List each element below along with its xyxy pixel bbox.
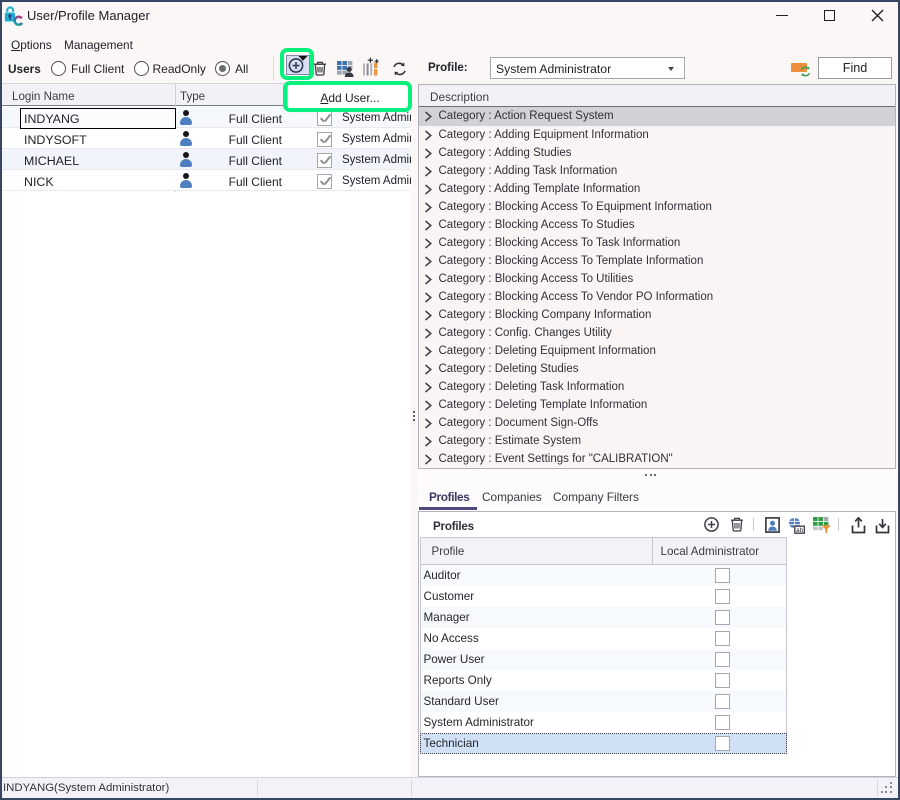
svg-text:ab: ab <box>796 526 803 533</box>
